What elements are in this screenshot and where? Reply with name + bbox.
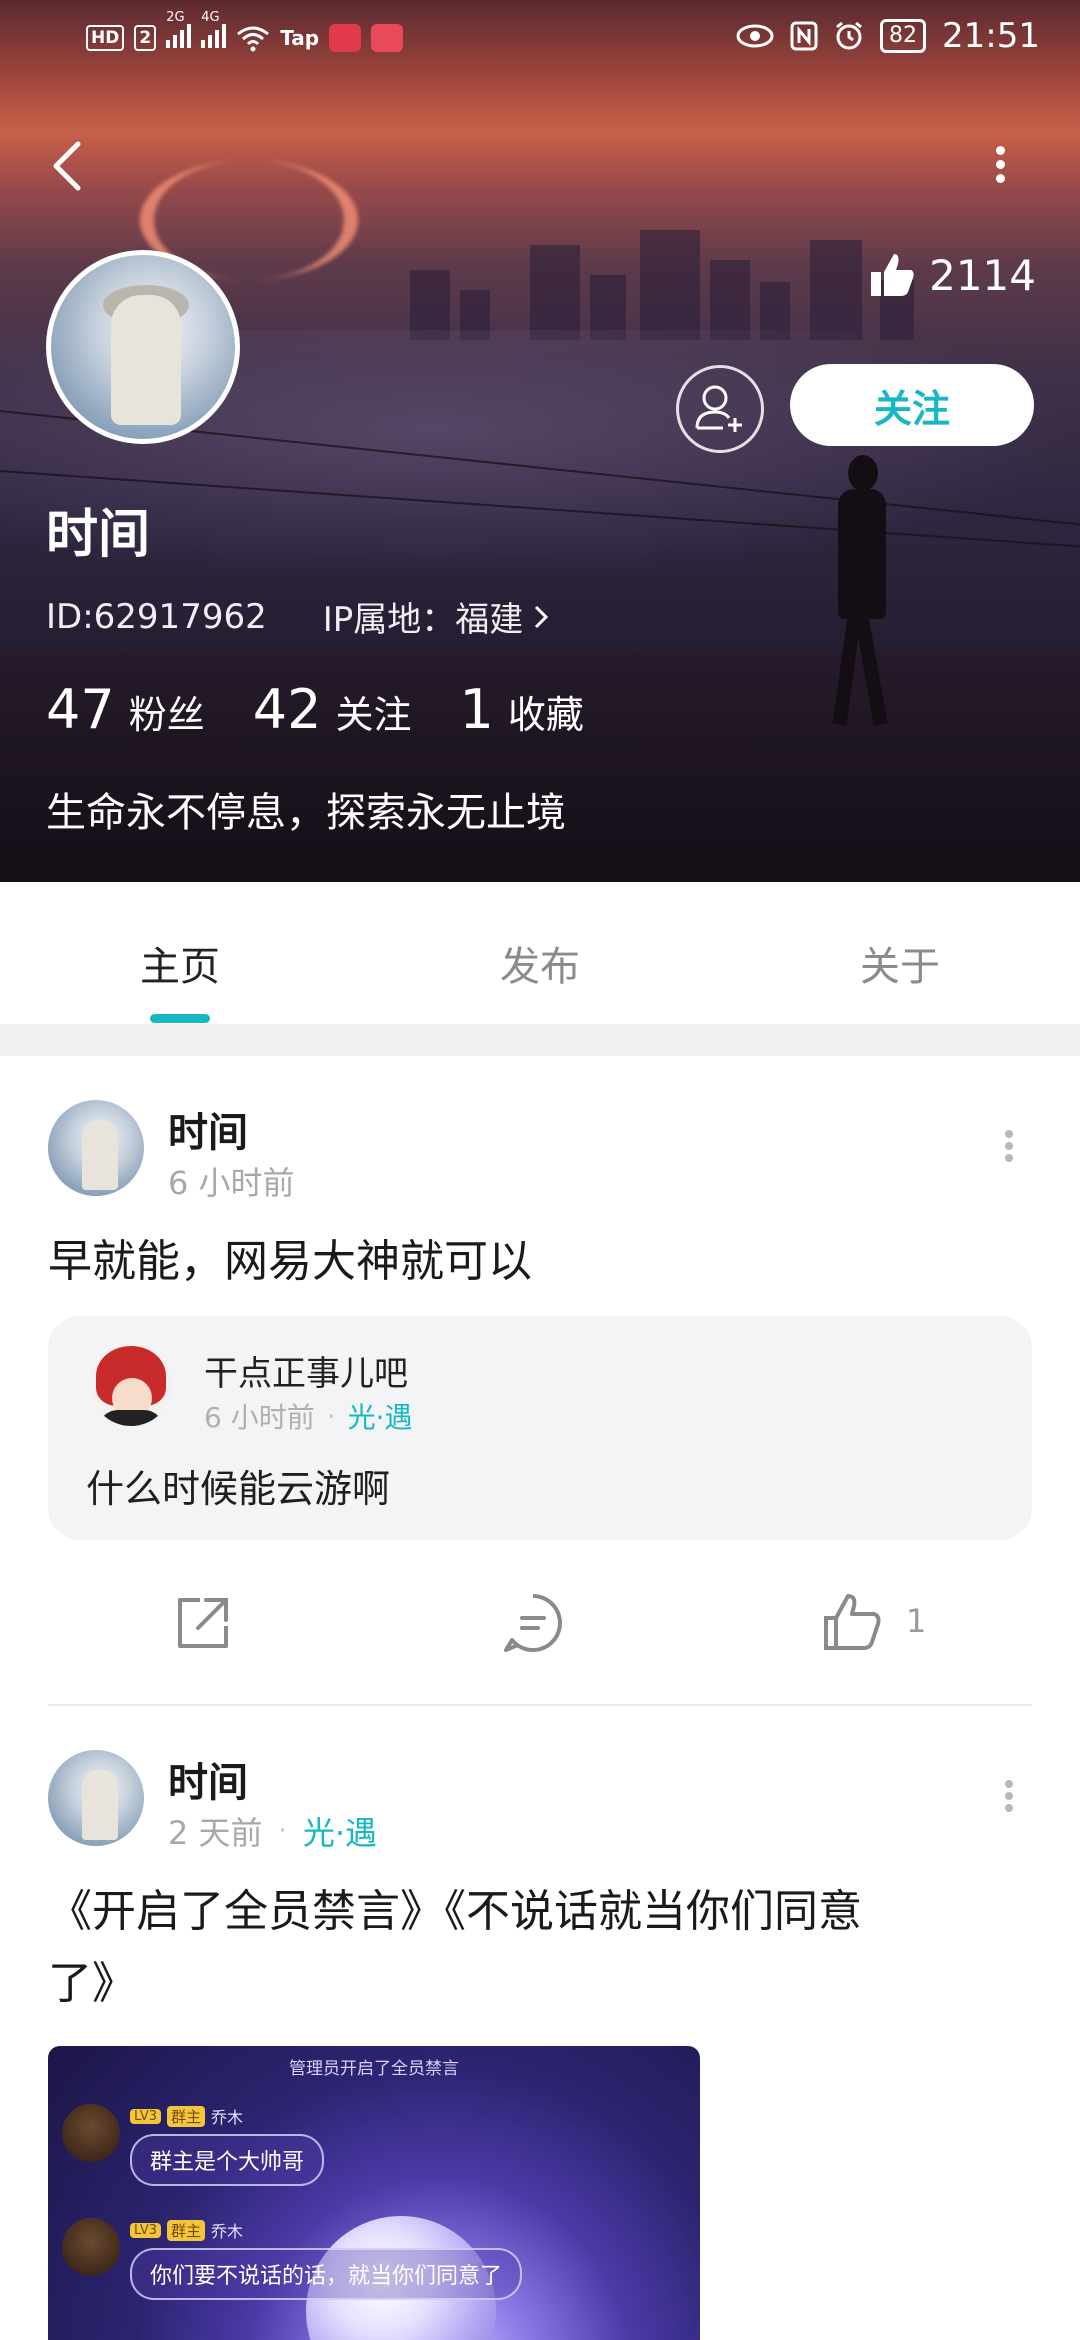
post-meta: 2 天前 · 光·遇 [168,1808,377,1854]
profile-username: 时间 [46,505,151,565]
eye-icon [736,24,774,48]
image-chat-message: LV3 群主 乔木 群主是个大帅哥 [62,2104,325,2186]
chat-sender-name: 乔木 [211,2108,244,2127]
quote-game-tag[interactable]: 光·遇 [348,1396,413,1436]
nfc-icon [790,21,818,51]
post-meta: 6 小时前 [168,1158,295,1204]
image-chat-message: LV3 群主 乔木 你们要不说话的话，就当你们同意了 [62,2218,523,2300]
role-badge: 群主 [166,2105,205,2127]
stat-fans[interactable]: 47 粉丝 [46,678,205,741]
quote-time: 6 小时前 [204,1401,315,1434]
role-badge: 群主 [166,2219,205,2241]
post-more-icon[interactable] [994,1770,1024,1820]
post-more-icon[interactable] [994,1120,1024,1170]
tap-app-icon: Tap [280,25,320,50]
likes-counter: 2114 [867,250,1036,300]
post-author-name[interactable]: 时间 [168,1100,248,1158]
level-badge: LV3 [130,2108,161,2124]
chevron-right-icon [535,605,549,628]
post-author-name[interactable]: 时间 [168,1750,248,1808]
tab-home[interactable]: 主页 [140,934,220,992]
ip-location-label: IP属地：福建 [322,600,524,640]
active-tab-indicator [150,1014,210,1023]
profile-tabs: 主页 发布 关于 [0,882,1080,1024]
wifi-icon [237,26,270,51]
post-text: 早就能，网易大神就可以 [48,1236,532,1287]
stat-favorites[interactable]: 1 收藏 [459,678,583,741]
quote-meta: 6 小时前 · 光·遇 [204,1396,413,1436]
back-arrow-icon[interactable] [44,136,94,196]
follow-button[interactable]: 关注 [790,364,1034,446]
chat-bubble: 你们要不说话的话，就当你们同意了 [130,2248,523,2300]
post-time: 6 小时前 [168,1164,295,1202]
image-chat-avatar [62,2104,120,2162]
more-options-icon[interactable] [980,134,1020,194]
tab-about[interactable]: 关于 [860,934,940,992]
post-text-line: 了》 [48,1958,136,2009]
chat-sender-name: 乔木 [211,2222,244,2241]
profile-stats: 47 粉丝 42 关注 1 收藏 [46,678,584,741]
quote-author-avatar[interactable] [90,1344,172,1426]
chat-bubble: 群主是个大帅哥 [130,2134,325,2186]
banner-person-silhouette [830,455,890,735]
signal-4g-icon: 4G [201,10,227,53]
profile-bio: 生命永不停息，探索永无止境 [46,790,566,836]
quote-author-name[interactable]: 干点正事儿吧 [204,1346,408,1395]
post-game-tag[interactable]: 光·遇 [303,1808,377,1854]
like-count: 1 [906,1602,927,1640]
share-icon[interactable] [170,1590,236,1656]
quoted-comment[interactable]: 干点正事儿吧 6 小时前 · 光·遇 什么时候能云游啊 [48,1316,1032,1540]
book-app-icon [371,23,404,52]
post-author-avatar[interactable] [48,1100,144,1196]
add-user-icon [695,385,742,432]
clock: 21:51 [942,16,1040,56]
hd-icon: HD [86,24,125,51]
battery-indicator: 82 [880,19,927,53]
post-text-line: 《开启了全员禁言》《不说话就当你们同意 [48,1886,862,1937]
huawei-app-icon [329,23,362,52]
sim-icon: 2 [134,24,157,51]
post-author-avatar[interactable] [48,1750,144,1846]
thumbs-up-icon [871,254,914,296]
post-time: 2 天前 [168,1814,263,1852]
ip-location-link[interactable]: IP属地：福建 [323,592,550,641]
comment-icon[interactable] [500,1590,566,1656]
quote-text: 什么时候能云游啊 [86,1467,391,1511]
level-badge: LV3 [130,2222,161,2238]
profile-id-line: ID:62917962 IP属地：福建 [46,592,549,641]
add-friend-button[interactable] [676,365,764,453]
profile-avatar[interactable] [46,250,240,444]
like-icon[interactable] [820,1590,886,1656]
user-id: ID:62917962 [46,596,267,637]
tab-posts[interactable]: 发布 [500,934,580,992]
image-chat-avatar [62,2218,120,2276]
post-text: 《开启了全员禁言》《不说话就当你们同意 了》 [48,1876,1048,2020]
stat-following[interactable]: 42 关注 [253,678,412,741]
signal-2g-icon: 2G [166,10,192,53]
section-divider [0,1024,1080,1056]
post-image[interactable]: 管理员开启了全员禁言 LV3 群主 乔木 群主是个大帅哥 LV3 群主 乔木 你… [48,2046,700,2340]
post-divider [48,1704,1032,1706]
likes-count: 2114 [929,250,1036,300]
post-actions: 1 [0,1582,1080,1662]
image-caption: 管理员开启了全员禁言 [289,2059,459,2079]
status-bar: HD 2 2G 4G Tap 82 21:51 [0,0,1080,80]
alarm-icon [836,21,862,50]
